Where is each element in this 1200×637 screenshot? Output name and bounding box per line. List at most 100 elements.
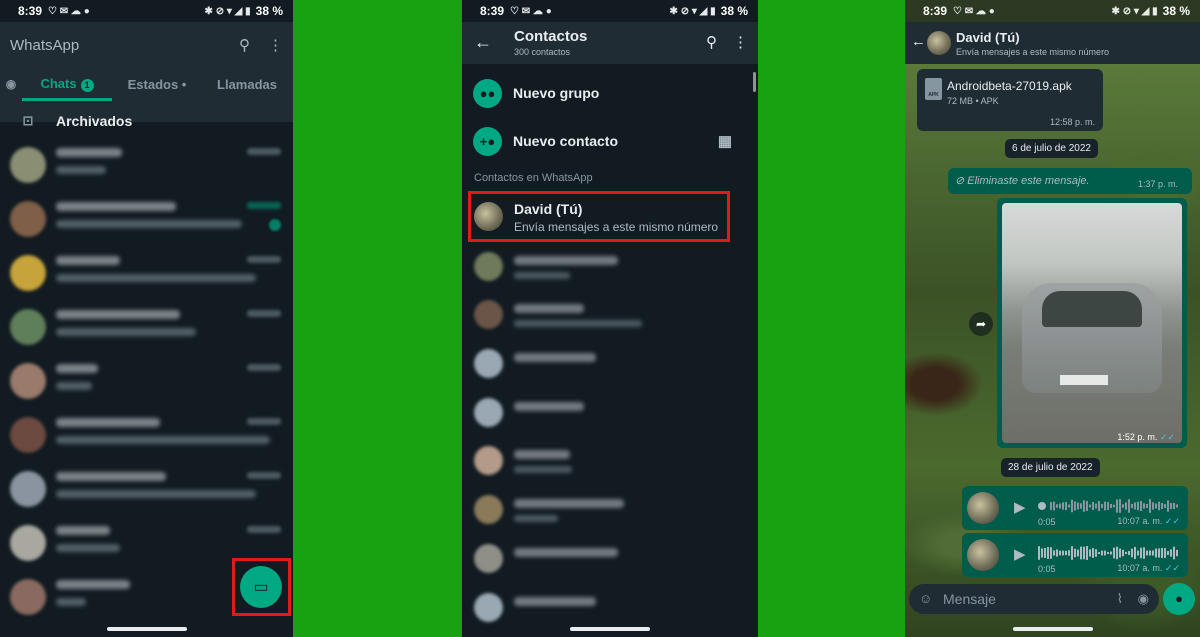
emoji-icon[interactable]: ☺ [919,591,932,606]
chat-preview-blurred [56,436,270,444]
read-ticks-icon: ✓✓ [1164,563,1180,573]
chat-row[interactable] [0,138,293,192]
chat-row[interactable] [0,192,293,246]
attach-icon[interactable]: ⌇ [1117,591,1123,607]
waveform-bar [1167,500,1169,512]
waveform-bar [1050,502,1052,510]
notification-icons: ♡ ✉ ☁ ● [510,5,552,17]
waveform-bar [1170,502,1172,510]
chats-screen: 8:39 ♡ ✉ ☁ ● ✱ ⊘ ▾ ◢ ▮ 38 % WhatsApp ⚲ ⋮ ◉… [0,0,293,637]
new-chat-button[interactable]: ▭ [240,566,282,608]
waveform[interactable] [1038,545,1178,561]
waveform-bar [1086,501,1088,511]
voice-message[interactable]: ▶ 0:05 10:07 a. m. ✓✓ [962,533,1188,577]
play-icon[interactable]: ▶ [1014,545,1026,563]
chat-row[interactable] [0,462,293,516]
avatar [474,202,503,231]
chat-preview-blurred [56,328,196,336]
waveform-bar [1080,503,1082,509]
contact-row[interactable] [462,389,758,437]
file-message[interactable]: APK Androidbeta-27019.apk 72 MB • APK 12… [917,69,1103,131]
system-icons: ✱ ⊘ ▾ ◢ ▮ [669,5,716,17]
deleted-message[interactable]: ⊘ Eliminaste este mensaje. 1:37 p. m. [948,168,1192,194]
waveform-bar [1044,548,1046,558]
avatar [474,495,503,524]
waveform-bar [1113,504,1115,508]
conversation-header[interactable]: ← David (Tú) Envía mensajes a este mismo… [905,22,1200,64]
avatar [10,579,46,615]
waveform[interactable] [1038,498,1178,514]
tab-llamadas[interactable]: Llamadas [202,77,292,92]
chat-time-blurred [247,526,281,533]
waveform-bar [1176,549,1178,557]
message-input[interactable]: ☺ Mensaje ⌇ ◉ [909,584,1159,614]
new-group-label: Nuevo grupo [513,85,600,101]
waveform-bar [1161,548,1163,558]
section-header: Contactos en WhatsApp [474,172,593,184]
camera-icon[interactable]: ◉ [0,77,22,91]
message-placeholder[interactable]: Mensaje [943,591,996,607]
car-photo[interactable] [1002,203,1182,443]
more-options-icon[interactable]: ⋮ [733,33,748,51]
new-chat-icon: ▭ [253,579,269,596]
self-contact-name[interactable]: David (Tú) [514,201,582,217]
contact-row[interactable] [462,291,758,339]
camera-icon[interactable]: ◉ [1138,591,1149,607]
microphone-button[interactable]: ● [1163,583,1195,615]
tab-estados[interactable]: Estados • [112,77,202,92]
contact-name-blurred [514,450,570,459]
status-time: 8:39 [923,4,948,18]
contact-row[interactable] [462,535,758,583]
contact-row[interactable] [462,437,758,485]
contact-row[interactable] [462,486,758,534]
status-bar: 8:39 ♡ ✉ ☁ ● ✱ ⊘ ▾ ◢ ▮ 38 % [0,0,293,22]
gesture-bar[interactable] [1012,627,1093,631]
avatar [10,255,46,291]
app-title: WhatsApp [10,37,80,54]
tab-chats[interactable]: Chats 1 [22,76,112,92]
search-icon[interactable]: ⚲ [706,33,717,51]
play-icon[interactable]: ▶ [1014,498,1026,516]
waveform-bar [1131,548,1133,558]
contact-row[interactable] [462,243,758,291]
qr-code-icon[interactable]: ▦ [718,132,732,150]
waveform-bar [1134,502,1136,510]
search-icon[interactable]: ⚲ [239,36,250,54]
contact-status-blurred [514,515,558,522]
contact-name[interactable]: David (Tú) [956,30,1020,45]
avatar [474,544,503,573]
forward-icon[interactable]: ➦ [969,312,993,336]
contact-name-blurred [514,353,596,362]
image-message[interactable]: 1:52 p. m. ✓✓ [997,198,1187,448]
add-contact-icon: +● [473,126,502,156]
gesture-bar[interactable] [106,627,187,631]
chat-time-blurred [247,310,281,317]
chat-preview-blurred [56,382,92,390]
contact-row[interactable] [462,340,758,388]
waveform-bar [1122,549,1124,557]
back-arrow-icon[interactable]: ← [911,33,926,50]
more-options-icon[interactable]: ⋮ [268,36,283,54]
waveform-bar [1053,501,1055,511]
waveform-bar [1077,502,1079,510]
waveform-bar [1131,503,1133,509]
waveform-bar [1146,503,1148,509]
new-contact-row[interactable]: +● Nuevo contacto ▦ [462,118,758,164]
archived-row[interactable]: ⊡ Archivados [0,106,293,136]
new-group-row[interactable]: ●● Nuevo grupo [462,70,758,116]
chat-row[interactable] [0,408,293,462]
back-arrow-icon[interactable]: ← [474,32,492,53]
chat-row[interactable] [0,300,293,354]
voice-message[interactable]: ▶ 0:05 10:07 a. m. ✓✓ [962,486,1188,530]
chat-row[interactable] [0,354,293,408]
contact-name-blurred [514,597,596,606]
avatar[interactable] [927,31,951,55]
chat-row[interactable] [0,246,293,300]
contact-row[interactable] [462,584,758,632]
gesture-bar[interactable] [570,627,650,631]
avatar [10,471,46,507]
chat-time-blurred [247,364,281,371]
waveform-bar [1071,546,1073,560]
waveform-bar [1101,504,1103,508]
waveform-bar [1137,501,1139,511]
